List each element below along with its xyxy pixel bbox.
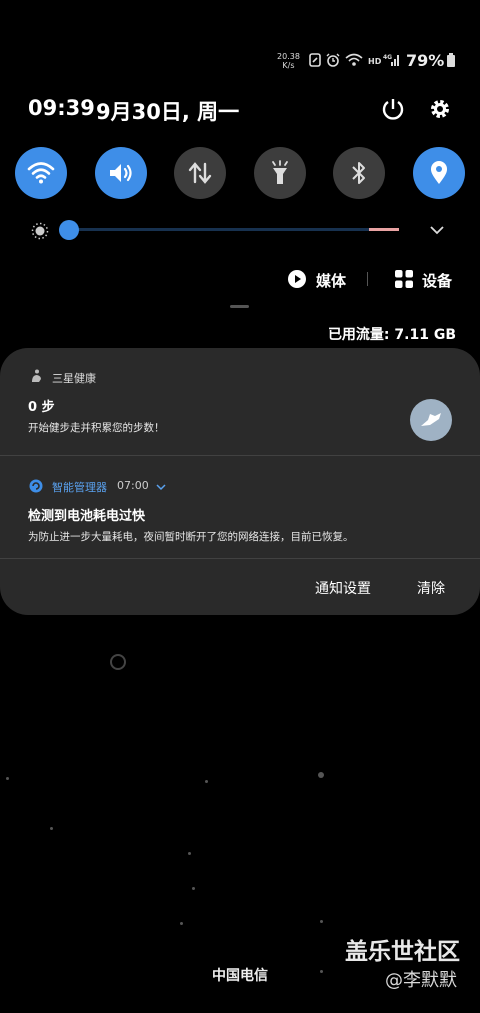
notification-time: 07:00 — [117, 479, 149, 492]
chevron-down-icon[interactable] — [155, 482, 167, 492]
notification-body: 开始健步走并积累您的步数！ — [28, 422, 165, 434]
notification-separator — [0, 558, 480, 559]
location-toggle[interactable] — [413, 147, 465, 199]
svg-text:4G: 4G — [383, 54, 392, 61]
network-speed: 20.38 K/s — [277, 52, 300, 70]
alarm-icon — [326, 53, 340, 67]
play-icon — [288, 270, 306, 288]
notification-title: 0 步 — [28, 400, 55, 415]
media-divider — [367, 272, 368, 286]
brightness-icon — [31, 222, 49, 240]
clear-button[interactable]: 清除 — [417, 578, 445, 598]
wifi-icon — [27, 162, 55, 184]
notification-app-name: 智能管理器 — [52, 481, 107, 494]
clock-time: 09:39 — [28, 96, 95, 120]
hd-icon: HD — [368, 57, 382, 66]
watermark-title: 盖乐世社区 — [345, 939, 460, 965]
data-usage-label: 已用流量: 7.11 GB — [327, 327, 456, 343]
settings-icon[interactable] — [427, 96, 453, 122]
notification-body: 为防止进一步大量耗电，夜间暂时断开了您的网络连接，目前已恢复。 — [28, 531, 354, 543]
location-icon — [431, 161, 447, 184]
battery-percent: 79% — [406, 51, 445, 70]
notification-settings-button[interactable]: 通知设置 — [315, 578, 371, 598]
devices-icon — [395, 270, 413, 288]
devices-label: 设备 — [422, 272, 453, 290]
devices-button[interactable]: 设备 — [395, 268, 455, 290]
bluetooth-toggle[interactable] — [333, 147, 385, 199]
wifi-toggle[interactable] — [15, 147, 67, 199]
watermark-author: @李默默 — [385, 970, 457, 991]
date-label: 9月30日, 周一 — [96, 100, 240, 124]
notification-title: 检测到电池耗电过快 — [28, 509, 146, 524]
shoe-icon — [421, 413, 441, 426]
walk-shoe-button[interactable] — [410, 399, 452, 441]
brightness-slider-thumb[interactable] — [59, 220, 79, 240]
samsung-health-icon — [32, 369, 41, 382]
svg-text:HD: HD — [368, 57, 382, 66]
background-speck — [192, 887, 195, 890]
background-speck — [188, 852, 191, 855]
background-speck — [318, 772, 324, 778]
notification-app-name: 三星健康 — [52, 372, 96, 385]
bubble-decoration — [110, 654, 126, 670]
battery-icon — [447, 53, 455, 67]
wifi-icon — [345, 53, 363, 66]
flashlight-icon — [272, 160, 288, 184]
mobile-data-toggle[interactable] — [174, 147, 226, 199]
smart-manager-icon — [29, 479, 43, 493]
media-label: 媒体 — [316, 272, 347, 290]
data-saver-icon — [309, 53, 321, 67]
notification-samsung-health[interactable] — [0, 348, 480, 455]
sound-toggle[interactable] — [95, 147, 147, 199]
network-speed-unit: K/s — [282, 61, 295, 70]
4g-signal-icon: 4G — [383, 54, 399, 66]
brightness-slider-track[interactable] — [69, 228, 369, 231]
background-speck — [180, 922, 183, 925]
speaker-icon — [110, 164, 132, 182]
background-speck — [320, 920, 323, 923]
brightness-slider-overlimit — [369, 228, 399, 231]
power-icon[interactable] — [380, 96, 406, 122]
chevron-down-icon[interactable] — [429, 224, 445, 236]
data-transfer-icon — [188, 162, 212, 184]
background-speck — [50, 827, 53, 830]
media-button[interactable]: 媒体 — [288, 268, 348, 290]
background-speck — [6, 777, 9, 780]
panel-drag-handle[interactable] — [230, 305, 249, 308]
network-speed-value: 20.38 — [277, 52, 300, 61]
flashlight-toggle[interactable] — [254, 147, 306, 199]
bluetooth-icon — [352, 162, 365, 184]
background-speck — [205, 780, 208, 783]
